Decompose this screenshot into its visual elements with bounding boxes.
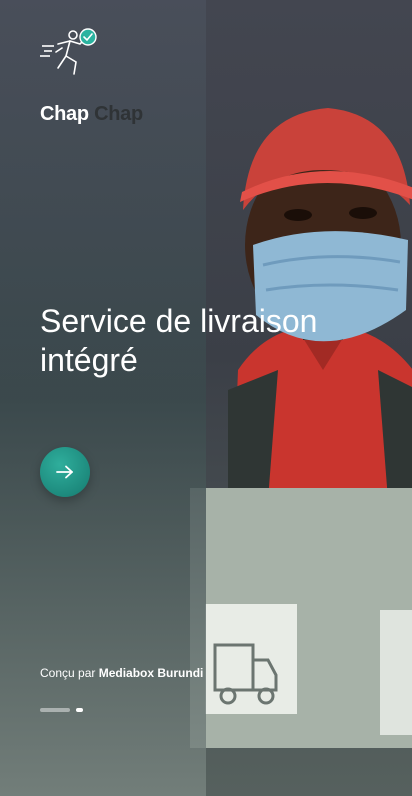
courier-runner-icon: [40, 28, 97, 75]
onboarding-title-line-2: intégré: [40, 342, 138, 378]
onboarding-title: Service de livraison intégré: [40, 302, 380, 380]
onboarding-screen: Chap Chap Service de livraison intégré Co…: [0, 0, 412, 796]
credit-company-link[interactable]: Mediabox Burundi: [99, 666, 204, 680]
credit-prefix: Conçu par: [40, 666, 96, 680]
brand-word-1: Chap: [40, 103, 89, 125]
arrow-right-icon: [56, 465, 73, 479]
box-label-right: [380, 610, 412, 735]
brand-name: Chap Chap: [40, 103, 143, 126]
onboarding-title-line-1: Service de livraison: [40, 303, 318, 339]
next-button[interactable]: [40, 447, 90, 497]
page-dot-2-active[interactable]: [76, 708, 83, 712]
designer-credit: Conçu par Mediabox Burundi: [40, 666, 203, 680]
truck-icon: [213, 643, 278, 705]
delivery-person-image: [228, 108, 412, 500]
app-logo: Chap Chap: [40, 26, 150, 125]
page-dot-1[interactable]: [40, 708, 70, 712]
brand-word-2: Chap: [94, 103, 143, 125]
